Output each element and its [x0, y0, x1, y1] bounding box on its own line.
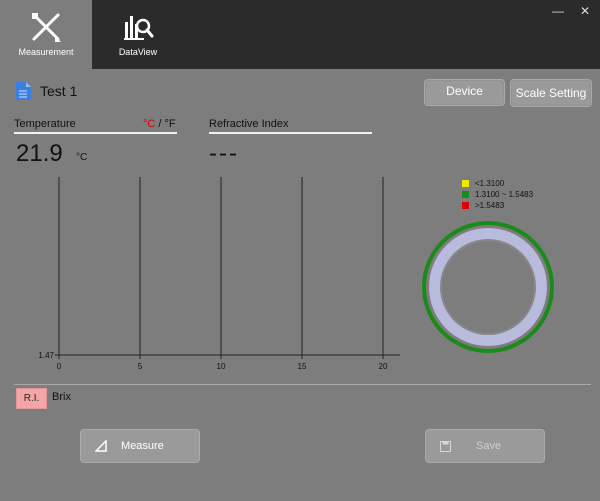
scale-setting-button[interactable]: Scale Setting [510, 79, 592, 107]
device-button[interactable]: Device [424, 79, 505, 106]
legend-label: 1.3100 ~ 1.5483 [475, 190, 534, 199]
save-button[interactable]: Save [425, 429, 545, 463]
save-label: Save [476, 440, 502, 452]
top-navigation-bar: Measurement DataView — ✕ [0, 0, 600, 69]
legend-item-mid: 1.3100 ~ 1.5483 [462, 189, 533, 200]
floppy-disk-icon [440, 441, 451, 452]
legend-swatch [462, 180, 469, 187]
legend-item-low: <1.3100 [462, 178, 533, 189]
chart-magnifier-icon [124, 16, 154, 40]
close-button[interactable]: ✕ [580, 4, 590, 18]
refractive-index-label: Refractive Index [209, 118, 289, 130]
temperature-value: 21.9 [16, 140, 63, 167]
refractive-index-value: --- [209, 140, 239, 167]
temperature-underline [14, 132, 177, 134]
refractive-underline [209, 132, 372, 134]
temperature-unit: °C [76, 152, 88, 163]
unit-separator: / [155, 118, 165, 130]
x-tick-label: 15 [298, 362, 307, 371]
chart-legend: <1.3100 1.3100 ~ 1.5483 >1.5483 [462, 178, 533, 211]
tab-label: DataView [118, 47, 158, 57]
legend-swatch [462, 191, 469, 198]
celsius-option[interactable]: °C [143, 118, 155, 130]
status-ring-indicator [422, 221, 554, 353]
divider [14, 384, 591, 385]
tab-label: Measurement [18, 47, 74, 57]
pencil-ruler-icon [32, 13, 61, 42]
fahrenheit-option[interactable]: °F [165, 118, 176, 130]
x-tick-label: 10 [217, 362, 226, 371]
x-tick-label: 0 [57, 362, 62, 371]
legend-swatch [462, 202, 469, 209]
temperature-unit-toggle[interactable]: °C / °F [143, 118, 176, 130]
x-tick-label: 20 [379, 362, 388, 371]
minimize-button[interactable]: — [552, 4, 564, 18]
brix-mode-button[interactable]: Brix [52, 391, 71, 403]
measurement-chart: 1.47 0 5 10 15 20 [38, 177, 400, 371]
legend-label: >1.5483 [475, 201, 505, 210]
document-icon [16, 82, 31, 100]
x-tick-label: 5 [138, 362, 143, 371]
tab-dataview[interactable]: DataView [92, 0, 184, 69]
measure-label: Measure [121, 440, 164, 452]
ring-center [442, 241, 534, 333]
tab-measurement[interactable]: Measurement [0, 0, 92, 69]
page-title: Test 1 [40, 83, 78, 99]
y-tick-label: 1.47 [38, 351, 54, 360]
temperature-label: Temperature [14, 118, 76, 130]
legend-item-high: >1.5483 [462, 200, 533, 211]
measure-button[interactable]: Measure [80, 429, 200, 463]
ri-mode-button[interactable]: R.I. [16, 388, 47, 409]
legend-label: <1.3100 [475, 179, 505, 188]
triangle-ruler-icon [95, 440, 107, 452]
